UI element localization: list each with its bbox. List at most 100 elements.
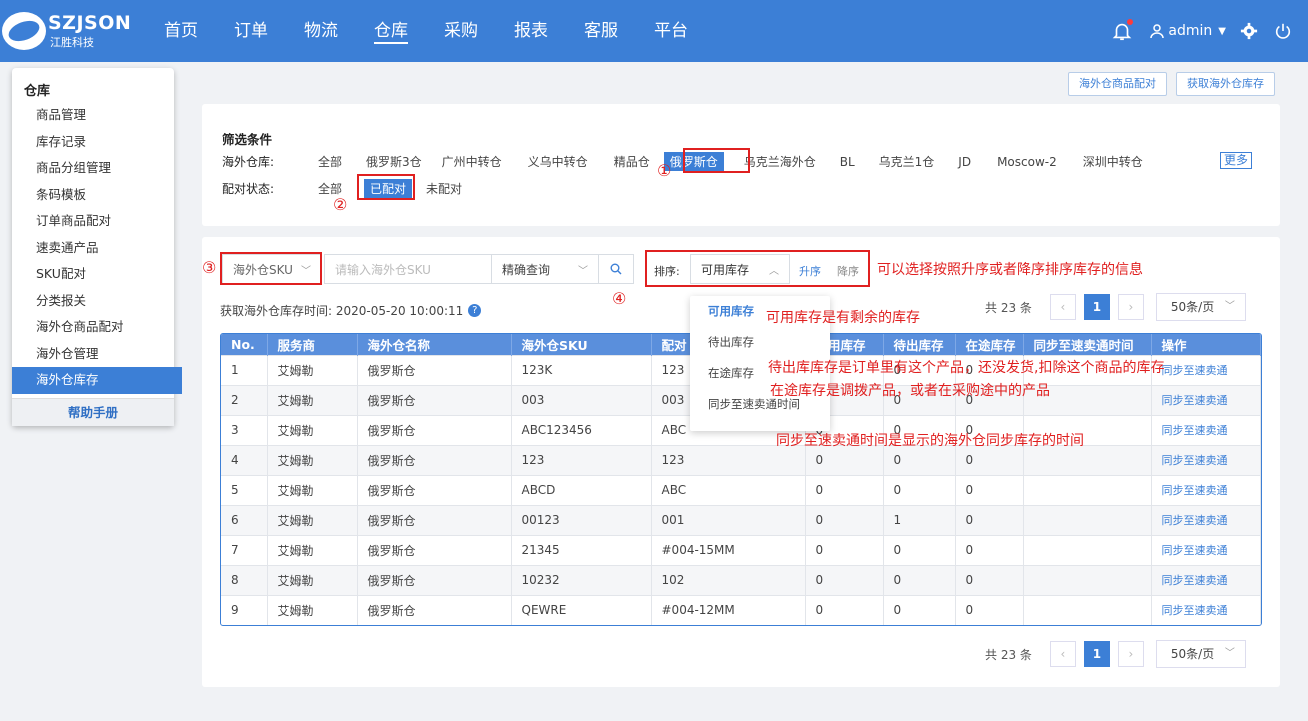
total-count: 共 23 条 (985, 647, 1032, 662)
overseas-pair-button[interactable]: 海外仓商品配对 (1068, 72, 1167, 96)
warehouse-option[interactable]: 俄罗斯3仓 (352, 153, 432, 170)
nav-purchase[interactable]: 采购 (428, 0, 494, 62)
help-icon[interactable]: ? (468, 304, 482, 317)
warehouse-option[interactable]: Moscow-2 (981, 155, 1067, 169)
next-page-button[interactable]: › (1117, 641, 1144, 667)
sidebar-item-customs-categories[interactable]: 分类报关 (12, 288, 182, 315)
sync-aliexpress-link[interactable]: 同步至速卖通 (1151, 594, 1261, 625)
cell: 艾姆勒 (267, 354, 358, 385)
sidebar-item-overseas-product-pairing[interactable]: 海外仓商品配对 (12, 314, 182, 341)
cell: 102 (651, 564, 806, 595)
warehouse-option[interactable]: 精品仓 (598, 153, 660, 170)
brand-subtitle: 江胜科技 (50, 36, 94, 49)
cell: 6 (221, 504, 268, 535)
nav-warehouse[interactable]: 仓库 (358, 0, 424, 62)
fetch-inventory-button[interactable]: 获取海外仓库存 (1176, 72, 1275, 96)
cell: 0 (805, 474, 884, 505)
nav-orders[interactable]: 订单 (218, 0, 284, 62)
cell: 0 (883, 594, 956, 625)
page-number[interactable]: 1 (1083, 294, 1110, 320)
sync-aliexpress-link[interactable]: 同步至速卖通 (1151, 384, 1261, 415)
notification-bell-icon[interactable] (1111, 19, 1134, 43)
nav-logistics[interactable]: 物流 (288, 0, 354, 62)
sync-aliexpress-link[interactable]: 同步至速卖通 (1151, 444, 1261, 475)
page-size-select[interactable]: 50条/页 ﹀ (1155, 640, 1246, 668)
search-icon (610, 263, 622, 275)
sync-aliexpress-link[interactable]: 同步至速卖通 (1151, 534, 1261, 565)
warehouse-option[interactable]: 广州中转仓 (432, 153, 512, 170)
warehouse-filter-label: 海外仓库: (222, 155, 275, 169)
table-row: 4 艾姆勒 俄罗斯仓 123 123 0 0 0 同步至速卖通 (221, 444, 1261, 475)
sync-aliexpress-link[interactable]: 同步至速卖通 (1151, 504, 1261, 535)
table-row: 6 艾姆勒 俄罗斯仓 00123 001 0 1 0 同步至速卖通 (221, 504, 1261, 535)
sync-aliexpress-link[interactable]: 同步至速卖通 (1151, 564, 1261, 595)
sidebar-item-sku-pairing[interactable]: SKU配对 (12, 261, 182, 288)
nav-platform[interactable]: 平台 (638, 0, 704, 62)
warehouse-option[interactable]: 乌克兰1仓 (865, 153, 945, 170)
cell: 21345 (511, 534, 652, 565)
sidebar-item-barcode-templates[interactable]: 条码模板 (12, 182, 182, 209)
annotation-box-paired (357, 174, 415, 200)
cell: 俄罗斯仓 (357, 444, 512, 475)
sidebar-item-stock-records[interactable]: 库存记录 (12, 129, 182, 156)
brand-logo[interactable]: SZJSON 江胜科技 (2, 8, 142, 52)
sidebar-item-overseas-inventory[interactable]: 海外仓库存 (12, 367, 182, 394)
sync-aliexpress-link[interactable]: 同步至速卖通 (1151, 414, 1261, 445)
prev-page-button[interactable]: ‹ (1049, 294, 1076, 320)
warehouse-option[interactable]: 义乌中转仓 (512, 153, 598, 170)
page-size-value: 50条/页 (1170, 647, 1215, 661)
power-icon[interactable] (1274, 22, 1292, 40)
sidebar-item-order-product-pairing[interactable]: 订单商品配对 (12, 208, 182, 235)
search-placeholder: 请输入海外仓SKU (335, 262, 431, 277)
cell: 俄罗斯仓 (357, 594, 512, 625)
sort-select[interactable]: 可用库存 ︿ (690, 254, 790, 284)
table-row: 8 艾姆勒 俄罗斯仓 10232 102 0 0 0 同步至速卖通 (221, 564, 1261, 595)
cell: 0 (805, 504, 884, 535)
sidebar-item-overseas-warehouse-management[interactable]: 海外仓管理 (12, 341, 182, 368)
cell: 1 (221, 354, 268, 385)
cell: 9 (221, 594, 268, 625)
sidebar-item-product-groups[interactable]: 商品分组管理 (12, 155, 182, 182)
cell: 0 (955, 504, 1024, 535)
user-menu[interactable]: admin ▼ (1149, 23, 1226, 39)
sort-option-pending[interactable]: 待出库存 (690, 327, 830, 358)
cell: 艾姆勒 (267, 474, 358, 505)
sync-aliexpress-link[interactable]: 同步至速卖通 (1151, 354, 1261, 385)
nav-home[interactable]: 首页 (148, 0, 214, 62)
cell: 0 (955, 534, 1024, 565)
more-warehouses-button[interactable]: 更多 (1220, 152, 1253, 169)
next-page-button[interactable]: › (1117, 294, 1144, 320)
warehouse-option[interactable]: 深圳中转仓 (1067, 153, 1153, 170)
table-row: 5 艾姆勒 俄罗斯仓 ABCD ABC 0 0 0 同步至速卖通 (221, 474, 1261, 505)
sidebar-item-aliexpress-products[interactable]: 速卖通产品 (12, 235, 182, 262)
pagination-bottom: 共 23 条 ‹ 1 › 50条/页 ﹀ (985, 640, 1246, 668)
cell (1023, 474, 1152, 505)
sync-aliexpress-link[interactable]: 同步至速卖通 (1151, 474, 1261, 505)
page-number[interactable]: 1 (1083, 641, 1110, 667)
warehouse-option[interactable]: BL (826, 155, 865, 169)
cell: 003 (511, 384, 652, 415)
nav-service[interactable]: 客服 (568, 0, 634, 62)
search-button[interactable] (598, 254, 634, 284)
cell: ABCD (511, 474, 652, 505)
sidebar-item-product-management[interactable]: 商品管理 (12, 102, 182, 129)
sort-ascending[interactable]: 升序 (799, 263, 821, 279)
gear-icon[interactable] (1240, 22, 1258, 40)
annotation-number-1: ① (657, 161, 672, 180)
col-header: 在途库存 (955, 334, 1024, 355)
nav-reports[interactable]: 报表 (498, 0, 564, 62)
cell: #004-12MM (651, 594, 806, 625)
cell: 123K (511, 354, 652, 385)
sort-descending[interactable]: 降序 (837, 263, 859, 279)
pair-option[interactable]: 未配对 (416, 180, 472, 197)
warehouse-option[interactable]: JD (944, 155, 981, 169)
search-input[interactable]: 请输入海外仓SKU (324, 254, 492, 284)
user-icon (1150, 24, 1165, 39)
help-manual-button[interactable]: 帮助手册 (12, 398, 174, 426)
prev-page-button[interactable]: ‹ (1049, 641, 1076, 667)
search-mode-select[interactable]: 精确查询 ﹀ (491, 254, 599, 284)
fetch-time-text: 获取海外仓库存时间: 2020-05-20 10:00:11 (220, 304, 464, 318)
filter-title: 筛选条件 (222, 132, 273, 147)
page-size-select[interactable]: 50条/页 ﹀ (1155, 293, 1246, 321)
warehouse-option[interactable]: 全部 (308, 153, 352, 170)
